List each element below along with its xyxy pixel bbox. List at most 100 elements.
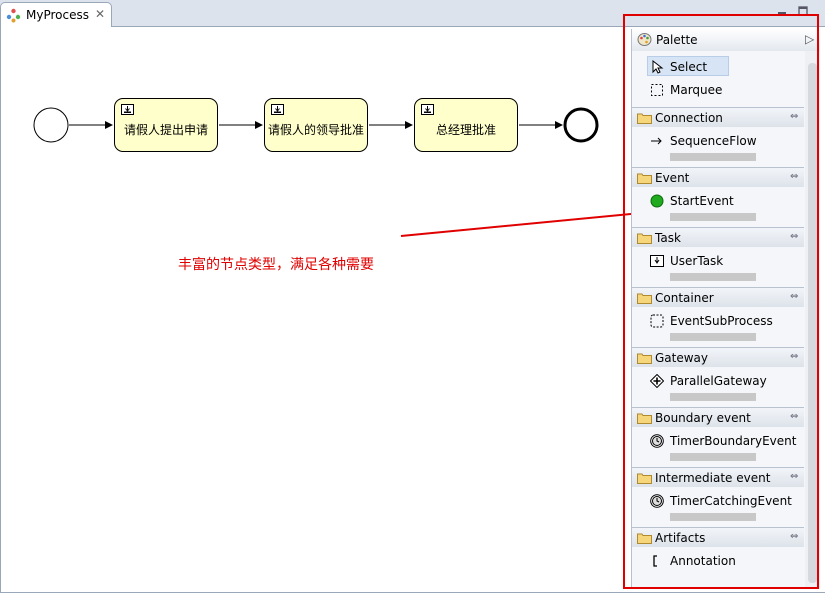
drawer-header[interactable]: Boundary event ⇔ [632, 407, 804, 427]
event-subprocess-icon [650, 314, 664, 328]
drawer-event: Event ⇔ StartEvent [632, 167, 804, 227]
annotation-text: 丰富的节点类型，满足各种需要 [178, 257, 374, 273]
annotation-icon [653, 555, 657, 567]
palette-item-label: TimerBoundaryEvent [670, 434, 797, 448]
drawer-header[interactable]: Connection ⇔ [632, 107, 804, 127]
sequence-flow-icon [651, 137, 662, 145]
maximize-icon[interactable] [797, 5, 809, 17]
start-event[interactable] [33, 107, 69, 143]
task-label: 总经理批准 [435, 123, 496, 137]
parallel-gateway-icon [650, 374, 664, 388]
palette-item-label: UserTask [670, 254, 724, 268]
palette-item-label: TimerCatchingEvent [670, 494, 792, 508]
hidden-palette-item [670, 513, 756, 521]
drawer-header[interactable]: Event ⇔ [632, 167, 804, 187]
palette-item[interactable]: SequenceFlow [632, 131, 782, 151]
drawer-intermediate-event: Intermediate event ⇔ TimerCatchingEvent [632, 467, 804, 527]
palette-item[interactable]: TimerBoundaryEvent [632, 431, 796, 451]
hidden-palette-item [670, 213, 756, 221]
palette-title: Palette [656, 33, 698, 47]
palette-item[interactable]: StartEvent [632, 191, 782, 211]
marquee-tool[interactable]: Marquee [632, 80, 782, 100]
pin-icon[interactable]: ⇔ [790, 471, 798, 482]
process-icon [6, 8, 21, 23]
close-icon[interactable]: ✕ [95, 7, 105, 21]
drawer-label: Boundary event [655, 411, 751, 425]
editor-tab-myprocess[interactable]: MyProcess ✕ [0, 2, 112, 27]
task-label: 请假人的领导批准 [267, 123, 364, 137]
annotation-arrow [400, 212, 632, 237]
palette-item[interactable]: Annotation [632, 551, 782, 571]
drawer-boundary-event: Boundary event ⇔ TimerBoundaryEvent [632, 407, 804, 467]
timer-event-icon [650, 434, 664, 448]
select-tool[interactable]: Select [647, 56, 729, 76]
folder-icon [637, 113, 652, 124]
user-task[interactable]: 总经理批准 [414, 98, 518, 152]
start-event-icon [650, 194, 664, 208]
drawer-task: Task ⇔ UserTask [632, 227, 804, 287]
drawer-label: Gateway [655, 351, 709, 365]
pin-icon[interactable]: ⇔ [790, 291, 798, 302]
drawer-artifacts: Artifacts ⇔ Annotation [632, 527, 804, 587]
folder-icon [637, 533, 652, 544]
pin-icon[interactable]: ⇔ [790, 111, 798, 122]
hidden-palette-item [670, 273, 756, 281]
select-tool-label: Select [670, 60, 708, 74]
pin-icon[interactable]: ⇔ [790, 171, 798, 182]
hidden-palette-item [670, 393, 756, 401]
palette-item-label: Annotation [670, 554, 736, 568]
drawer-label: Event [655, 171, 690, 185]
drawer-connection: Connection ⇔ SequenceFlow [632, 107, 804, 167]
palette-item[interactable]: ParallelGateway [632, 371, 782, 391]
hidden-palette-item [670, 453, 756, 461]
pin-icon[interactable]: ⇔ [790, 231, 798, 242]
folder-icon [637, 173, 652, 184]
user-task-icon [271, 104, 284, 115]
drawer-header[interactable]: Container ⇔ [632, 287, 804, 307]
drawer-label: Container [655, 291, 714, 305]
palette-item-label: SequenceFlow [670, 134, 757, 148]
end-event[interactable] [563, 107, 599, 143]
hidden-palette-item [670, 153, 756, 161]
marquee-icon [651, 84, 663, 96]
drawer-label: Task [655, 231, 681, 245]
timer-event-icon [650, 494, 664, 508]
user-task[interactable]: 请假人提出申请 [114, 98, 218, 152]
folder-icon [637, 353, 652, 364]
minimize-icon[interactable] [776, 5, 788, 17]
drawer-header[interactable]: Task ⇔ [632, 227, 804, 247]
user-task[interactable]: 请假人的领导批准 [264, 98, 368, 152]
editor-tab-label: MyProcess [26, 8, 89, 22]
drawer-gateway: Gateway ⇔ ParallelGateway [632, 347, 804, 407]
task-label: 请假人提出申请 [123, 123, 208, 137]
palette-icon [637, 33, 652, 46]
palette-item[interactable]: EventSubProcess [632, 311, 782, 331]
drawer-label: Intermediate event [655, 471, 771, 485]
drawer-header[interactable]: Intermediate event ⇔ [632, 467, 804, 487]
marquee-tool-label: Marquee [670, 83, 723, 97]
user-task-icon [121, 104, 134, 115]
drawer-header[interactable]: Artifacts ⇔ [632, 527, 804, 547]
palette-scrollbar[interactable] [805, 51, 820, 589]
palette-item-label: ParallelGateway [670, 374, 767, 388]
palette-header[interactable]: Palette ▷ [632, 29, 820, 51]
pointer-icon [652, 60, 664, 74]
palette-item[interactable]: TimerCatchingEvent [632, 491, 792, 511]
palette: Palette ▷ Select Marquee Connection ⇔ Se… [631, 29, 820, 589]
pin-icon[interactable]: ⇔ [790, 351, 798, 362]
pin-icon[interactable]: ⇔ [790, 531, 798, 542]
folder-icon [637, 293, 652, 304]
drawer-label: Artifacts [655, 531, 706, 545]
editor-tab-bar: MyProcess ✕ [0, 0, 825, 27]
palette-item-label: EventSubProcess [670, 314, 773, 328]
drawer-label: Connection [655, 111, 723, 125]
palette-item[interactable]: UserTask [632, 251, 782, 271]
user-task-icon [650, 255, 664, 267]
drawer-header[interactable]: Gateway ⇔ [632, 347, 804, 367]
scrollbar-thumb[interactable] [808, 63, 817, 583]
hidden-palette-item [670, 333, 756, 341]
palette-item-label: StartEvent [670, 194, 734, 208]
folder-icon [637, 413, 652, 424]
pin-icon[interactable]: ⇔ [790, 411, 798, 422]
collapse-palette-icon[interactable]: ▷ [805, 32, 814, 46]
